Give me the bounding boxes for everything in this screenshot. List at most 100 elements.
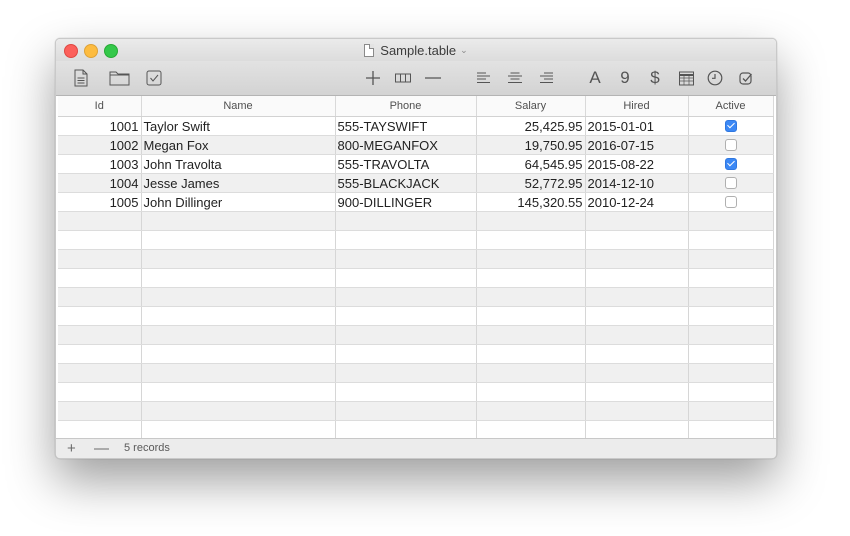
empty-row[interactable] <box>58 287 774 307</box>
empty-cell[interactable] <box>58 325 142 345</box>
empty-cell[interactable] <box>585 249 689 269</box>
cell-hired[interactable]: 2010-12-24 <box>585 192 689 212</box>
window-title-group[interactable]: Sample.table ⌄ <box>56 39 776 61</box>
cell-name[interactable]: Jesse James <box>141 173 336 193</box>
table-row[interactable]: 1004 Jesse James 555-BLACKJACK 52,772.95… <box>58 173 774 193</box>
align-left-button[interactable] <box>476 68 492 88</box>
empty-row[interactable] <box>58 401 774 421</box>
cell-active[interactable] <box>688 135 774 155</box>
cell-active[interactable] <box>688 173 774 193</box>
active-checkbox[interactable] <box>724 196 737 209</box>
empty-row[interactable] <box>58 363 774 383</box>
cell-hired[interactable]: 2014-12-10 <box>585 173 689 193</box>
empty-cell[interactable] <box>141 382 336 402</box>
cell-active[interactable] <box>688 116 774 136</box>
empty-cell[interactable] <box>141 344 336 364</box>
column-header-name[interactable]: Name <box>141 96 336 117</box>
open-button[interactable] <box>108 68 130 88</box>
empty-cell[interactable] <box>476 363 586 383</box>
cell-id[interactable]: 1003 <box>58 154 142 174</box>
cell-name[interactable]: Taylor Swift <box>141 116 336 136</box>
cell-phone[interactable]: 555-BLACKJACK <box>335 173 477 193</box>
empty-cell[interactable] <box>335 230 477 250</box>
active-checkbox[interactable] <box>724 120 737 133</box>
table-row[interactable]: 1002 Megan Fox 800-MEGANFOX 19,750.95 20… <box>58 135 774 155</box>
empty-cell[interactable] <box>476 420 586 438</box>
number-format-button[interactable]: 9 <box>617 68 633 88</box>
empty-cell[interactable] <box>476 211 586 231</box>
remove-record-button[interactable]: — <box>94 439 109 458</box>
date-format-button[interactable] <box>677 68 695 88</box>
empty-cell[interactable] <box>58 211 142 231</box>
empty-cell[interactable] <box>585 363 689 383</box>
empty-row[interactable] <box>58 268 774 288</box>
empty-cell[interactable] <box>688 249 774 269</box>
table-row[interactable]: 1003 John Travolta 555-TRAVOLTA 64,545.9… <box>58 154 774 174</box>
empty-cell[interactable] <box>335 211 477 231</box>
cell-id[interactable]: 1001 <box>58 116 142 136</box>
boolean-format-button[interactable] <box>737 68 755 88</box>
new-document-button[interactable] <box>73 68 89 88</box>
empty-row[interactable] <box>58 306 774 326</box>
empty-cell[interactable] <box>141 287 336 307</box>
cell-name[interactable]: John Dillinger <box>141 192 336 212</box>
empty-cell[interactable] <box>141 401 336 421</box>
cell-salary[interactable]: 52,772.95 <box>476 173 586 193</box>
empty-row[interactable] <box>58 325 774 345</box>
empty-cell[interactable] <box>476 287 586 307</box>
add-record-button[interactable]: + <box>67 439 76 458</box>
empty-cell[interactable] <box>58 401 142 421</box>
empty-cell[interactable] <box>585 287 689 307</box>
empty-cell[interactable] <box>688 363 774 383</box>
empty-cell[interactable] <box>335 420 477 438</box>
empty-cell[interactable] <box>335 401 477 421</box>
empty-cell[interactable] <box>58 420 142 438</box>
cell-salary[interactable]: 25,425.95 <box>476 116 586 136</box>
empty-row[interactable] <box>58 230 774 250</box>
cell-id[interactable]: 1005 <box>58 192 142 212</box>
align-center-button[interactable] <box>507 68 523 88</box>
empty-cell[interactable] <box>688 268 774 288</box>
empty-cell[interactable] <box>476 382 586 402</box>
empty-cell[interactable] <box>141 268 336 288</box>
empty-cell[interactable] <box>476 249 586 269</box>
empty-cell[interactable] <box>141 230 336 250</box>
cell-salary[interactable]: 19,750.95 <box>476 135 586 155</box>
column-header-salary[interactable]: Salary <box>476 96 586 117</box>
active-checkbox[interactable] <box>724 158 737 171</box>
add-row-button[interactable] <box>364 68 382 88</box>
cell-hired[interactable]: 2015-01-01 <box>585 116 689 136</box>
cell-salary[interactable]: 145,320.55 <box>476 192 586 212</box>
active-checkbox[interactable] <box>724 177 737 190</box>
empty-cell[interactable] <box>585 325 689 345</box>
cell-name[interactable]: John Travolta <box>141 154 336 174</box>
cell-hired[interactable]: 2016-07-15 <box>585 135 689 155</box>
empty-cell[interactable] <box>335 287 477 307</box>
empty-cell[interactable] <box>58 287 142 307</box>
empty-cell[interactable] <box>585 382 689 402</box>
remove-row-button[interactable] <box>424 68 442 88</box>
empty-row[interactable] <box>58 344 774 364</box>
empty-cell[interactable] <box>141 420 336 438</box>
empty-cell[interactable] <box>688 211 774 231</box>
empty-cell[interactable] <box>476 401 586 421</box>
empty-cell[interactable] <box>688 401 774 421</box>
empty-cell[interactable] <box>335 344 477 364</box>
empty-cell[interactable] <box>585 211 689 231</box>
active-checkbox[interactable] <box>724 139 737 152</box>
empty-cell[interactable] <box>335 306 477 326</box>
empty-cell[interactable] <box>585 230 689 250</box>
empty-cell[interactable] <box>688 325 774 345</box>
empty-cell[interactable] <box>335 363 477 383</box>
empty-row[interactable] <box>58 420 774 438</box>
empty-cell[interactable] <box>58 344 142 364</box>
empty-cell[interactable] <box>688 420 774 438</box>
empty-cell[interactable] <box>585 306 689 326</box>
empty-cell[interactable] <box>585 344 689 364</box>
empty-cell[interactable] <box>335 268 477 288</box>
empty-cell[interactable] <box>335 325 477 345</box>
column-header-hired[interactable]: Hired <box>585 96 689 117</box>
empty-cell[interactable] <box>141 249 336 269</box>
add-column-button[interactable] <box>394 68 412 88</box>
empty-cell[interactable] <box>58 249 142 269</box>
